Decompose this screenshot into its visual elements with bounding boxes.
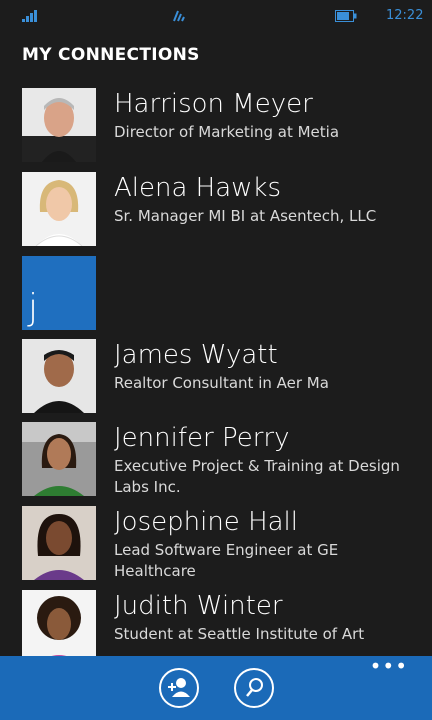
wifi-icon	[173, 10, 185, 22]
avatar	[22, 172, 96, 246]
app-bar: •••	[0, 656, 432, 720]
add-connection-button[interactable]	[159, 668, 199, 708]
connection-title: Student at Seattle Institute of Art	[114, 625, 365, 643]
connection-title: Lead Software Engineer at GE Healthcare	[114, 541, 339, 580]
avatar	[22, 339, 96, 413]
connection-name: Judith Winter	[114, 591, 283, 621]
clock-time: 12:22	[386, 8, 424, 23]
group-letter-tile[interactable]: j	[22, 256, 96, 330]
connection-name: Harrison Meyer	[114, 89, 313, 119]
avatar	[22, 422, 96, 496]
avatar	[22, 88, 96, 162]
connection-item[interactable]: Judith Winter Student at Seattle Institu…	[22, 590, 422, 666]
connection-item[interactable]: James Wyatt Realtor Consultant in Aer Ma	[22, 339, 422, 415]
connection-name: Josephine Hall	[114, 507, 298, 537]
connection-item[interactable]: Harrison Meyer Director of Marketing at …	[22, 88, 422, 164]
connection-title: Sr. Manager MI BI at Asentech, LLC	[114, 207, 377, 225]
avatar	[22, 590, 96, 664]
connection-item[interactable]: Alena Hawks Sr. Manager MI BI at Asentec…	[22, 172, 422, 248]
connection-item[interactable]: Josephine Hall Lead Software Engineer at…	[22, 506, 422, 582]
add-person-icon	[168, 678, 190, 697]
battery-icon	[335, 10, 357, 22]
connection-title: Director of Marketing at Metia	[114, 123, 340, 141]
search-button[interactable]	[234, 668, 274, 708]
more-options-button[interactable]: •••	[370, 656, 408, 676]
signal-strength-icon	[22, 10, 37, 22]
connection-item[interactable]: Jennifer Perry Executive Project & Train…	[22, 422, 422, 498]
connection-name: Jennifer Perry	[114, 423, 290, 453]
search-icon	[246, 678, 263, 697]
connection-name: James Wyatt	[114, 340, 278, 370]
connection-name: Alena Hawks	[114, 173, 282, 203]
connection-title: Realtor Consultant in Aer Ma	[114, 374, 329, 392]
group-letter: j	[28, 287, 39, 328]
avatar	[22, 506, 96, 580]
status-bar: 12:22	[0, 0, 432, 32]
page-title: MY CONNECTIONS	[22, 45, 200, 65]
connection-title: Executive Project & Training at Design L…	[114, 457, 400, 496]
